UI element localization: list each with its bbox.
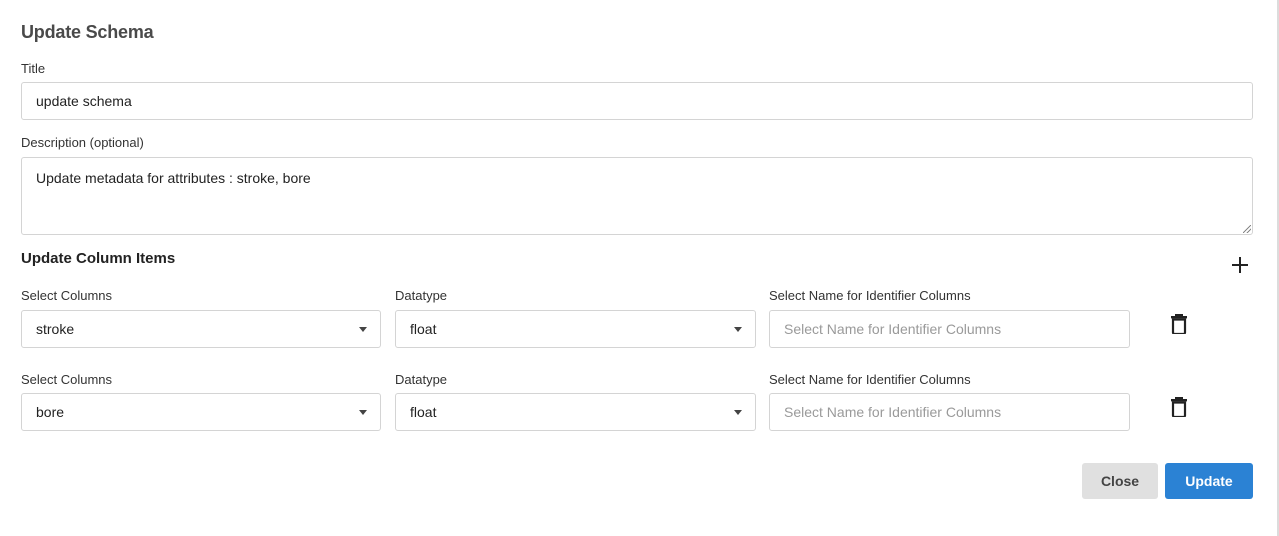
datatype-value: float <box>410 404 437 420</box>
datatype-label: Datatype <box>395 288 448 303</box>
close-button[interactable]: Close <box>1082 463 1158 499</box>
datatype-dropdown[interactable]: float <box>395 310 756 348</box>
add-column-item-plus-icon[interactable] <box>1232 257 1248 273</box>
caret-down-icon <box>734 410 742 415</box>
title-input[interactable]: update schema <box>21 82 1253 120</box>
caret-down-icon <box>734 327 742 332</box>
title-input-value: update schema <box>36 93 132 109</box>
datatype-value: float <box>410 321 437 337</box>
identifier-label: Select Name for Identifier Columns <box>769 288 971 303</box>
identifier-label: Select Name for Identifier Columns <box>769 372 971 387</box>
dialog-title: Update Schema <box>21 22 154 42</box>
select-columns-value: stroke <box>36 321 75 337</box>
datatype-dropdown[interactable]: float <box>395 393 756 431</box>
select-columns-label: Select Columns <box>21 288 113 303</box>
identifier-placeholder: Select Name for Identifier Columns <box>784 404 1002 420</box>
update-button[interactable]: Update <box>1165 463 1253 499</box>
identifier-input[interactable]: Select Name for Identifier Columns <box>769 393 1130 431</box>
description-textarea[interactable]: Update metadata for attributes : stroke,… <box>21 157 1253 235</box>
identifier-input[interactable]: Select Name for Identifier Columns <box>769 310 1130 348</box>
description-label: Description (optional) <box>21 135 144 150</box>
select-columns-value: bore <box>36 404 65 420</box>
select-columns-dropdown[interactable]: bore <box>21 393 381 431</box>
identifier-placeholder: Select Name for Identifier Columns <box>784 321 1002 337</box>
description-value: Update metadata for attributes : stroke,… <box>36 170 311 186</box>
datatype-label: Datatype <box>395 372 448 387</box>
resize-handle[interactable] <box>1243 225 1251 233</box>
caret-down-icon <box>359 410 367 415</box>
select-columns-dropdown[interactable]: stroke <box>21 310 381 348</box>
section-title: Update Column Items <box>21 250 176 267</box>
select-columns-label: Select Columns <box>21 372 113 387</box>
caret-down-icon <box>359 327 367 332</box>
delete-row-trash-icon[interactable] <box>1171 314 1187 334</box>
title-label: Title <box>21 61 46 76</box>
delete-row-trash-icon[interactable] <box>1171 397 1187 417</box>
